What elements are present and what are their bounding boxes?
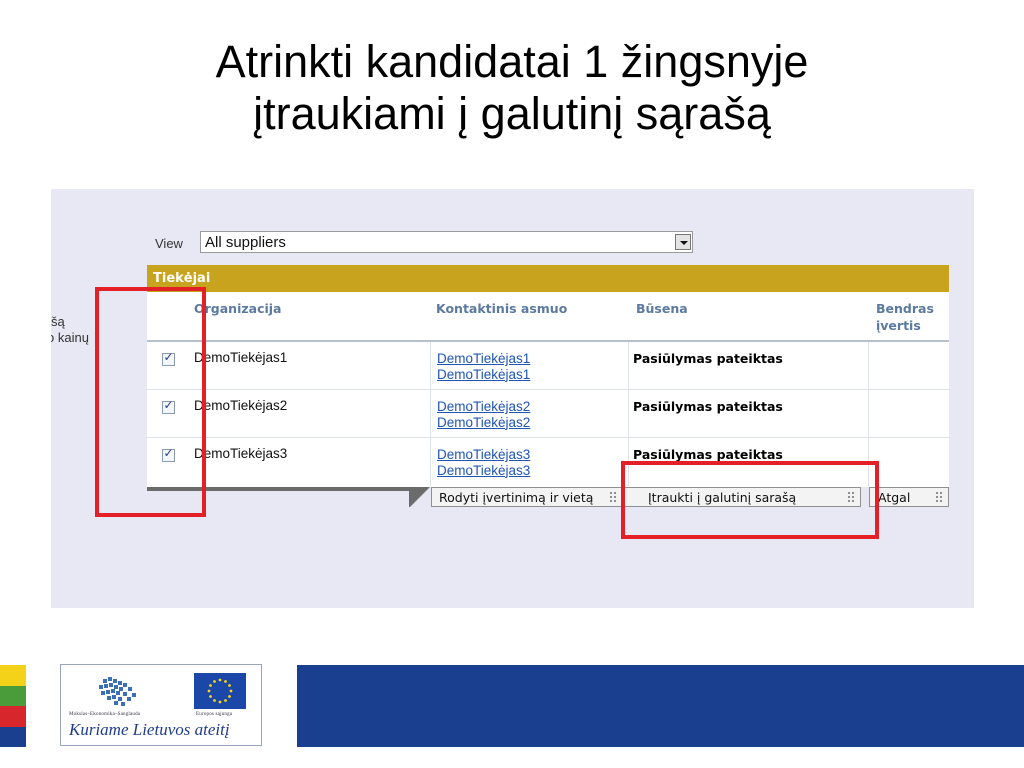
grid-title: Tiekėjai bbox=[153, 271, 211, 286]
lithuania-map-icon bbox=[99, 677, 136, 706]
view-label: View bbox=[155, 236, 183, 251]
slide-title-line-1: Atrinkti kandidatai 1 žingsnyje bbox=[215, 36, 809, 87]
show-rating-button[interactable]: Rodyti įvertinimą ir vietą bbox=[431, 487, 623, 507]
column-header-overall-score[interactable]: Bendras įvertis bbox=[876, 300, 934, 334]
slide-title: Atrinkti kandidatai 1 žingsnyje įtraukia… bbox=[0, 36, 1024, 140]
back-button-label: Atgal bbox=[878, 490, 911, 505]
column-header-overall-line-1: Bendras bbox=[876, 301, 934, 316]
organization-cell: DemoTiekėjas1 bbox=[194, 350, 288, 365]
column-divider bbox=[868, 390, 869, 438]
column-header-status[interactable]: Būsena bbox=[636, 300, 688, 317]
column-divider bbox=[628, 390, 629, 438]
back-button[interactable]: Atgal bbox=[869, 487, 949, 507]
grip-icon bbox=[935, 491, 944, 503]
column-header-contact[interactable]: Kontaktinis asmuo bbox=[436, 300, 567, 317]
org-caption: Mokslas–Ekonomika–Sanglauda bbox=[69, 712, 141, 717]
button-highlight bbox=[621, 461, 879, 539]
organization-cell: DemoTiekėjas3 bbox=[194, 446, 288, 461]
dropdown-arrow-icon[interactable] bbox=[675, 234, 691, 250]
column-divider bbox=[430, 390, 431, 438]
stripe-red bbox=[0, 706, 26, 727]
slogan: Kuriame Lietuvos ateitį bbox=[69, 720, 230, 739]
stripe-green bbox=[0, 685, 26, 706]
contact-link[interactable]: DemoTiekėjas2 DemoTiekėjas2 bbox=[437, 399, 530, 430]
contact-link[interactable]: DemoTiekėjas3 DemoTiekėjas3 bbox=[437, 447, 530, 478]
column-header-organization[interactable]: Organizacija bbox=[194, 300, 281, 317]
column-header-overall-line-2: įvertis bbox=[876, 318, 921, 333]
eu-caption: Europos sąjunga bbox=[196, 712, 233, 717]
contact-link-line-1[interactable]: DemoTiekėjas1 bbox=[437, 351, 530, 367]
view-select-value: All suppliers bbox=[205, 234, 286, 251]
stripe-yellow bbox=[0, 665, 26, 686]
sidebar-cutoff-text-1: šą bbox=[51, 314, 65, 329]
organization-cell: DemoTiekėjas2 bbox=[194, 398, 288, 413]
contact-link[interactable]: DemoTiekėjas1 DemoTiekėjas1 bbox=[437, 351, 530, 382]
stripe-blue bbox=[0, 726, 26, 747]
footer-logo: Mokslas–Ekonomika–Sanglauda Europos sąju… bbox=[60, 664, 262, 746]
table-row: ✓ DemoTiekėjas1 DemoTiekėjas1 DemoTiekėj… bbox=[147, 342, 949, 390]
status-cell: Pasiūlymas pateiktas bbox=[633, 399, 783, 414]
footer-blue-bar bbox=[297, 665, 1024, 747]
status-cell: Pasiūlymas pateiktas bbox=[633, 447, 783, 462]
contact-link-line-1[interactable]: DemoTiekėjas3 bbox=[437, 447, 530, 463]
grip-icon bbox=[609, 491, 618, 503]
color-stripes bbox=[0, 665, 26, 747]
suppliers-grid: Organizacija Kontaktinis asmuo Būsena Be… bbox=[147, 292, 949, 487]
eu-flag-icon bbox=[194, 673, 246, 709]
grid-header: Tiekėjai bbox=[147, 265, 949, 292]
show-rating-button-label: Rodyti įvertinimą ir vietą bbox=[439, 490, 594, 505]
column-divider bbox=[430, 438, 431, 486]
contact-link-line-2[interactable]: DemoTiekėjas2 bbox=[437, 415, 530, 431]
column-divider bbox=[430, 342, 431, 390]
column-divider bbox=[628, 342, 629, 390]
sidebar-cutoff-text-2: o kainų bbox=[51, 330, 89, 345]
contact-link-line-2[interactable]: DemoTiekėjas1 bbox=[437, 367, 530, 383]
contact-link-line-2[interactable]: DemoTiekėjas3 bbox=[437, 463, 530, 479]
checkbox-highlight bbox=[95, 287, 206, 517]
eu-stars-icon bbox=[207, 678, 233, 704]
contact-link-line-1[interactable]: DemoTiekėjas2 bbox=[437, 399, 530, 415]
view-select[interactable]: All suppliers bbox=[200, 231, 693, 253]
status-cell: Pasiūlymas pateiktas bbox=[633, 351, 783, 366]
toolbar-corner bbox=[409, 487, 431, 507]
slide-title-line-2: įtraukiami į galutinį sąrašą bbox=[253, 88, 771, 139]
table-row: ✓ DemoTiekėjas2 DemoTiekėjas2 DemoTiekėj… bbox=[147, 390, 949, 438]
column-divider bbox=[868, 342, 869, 390]
